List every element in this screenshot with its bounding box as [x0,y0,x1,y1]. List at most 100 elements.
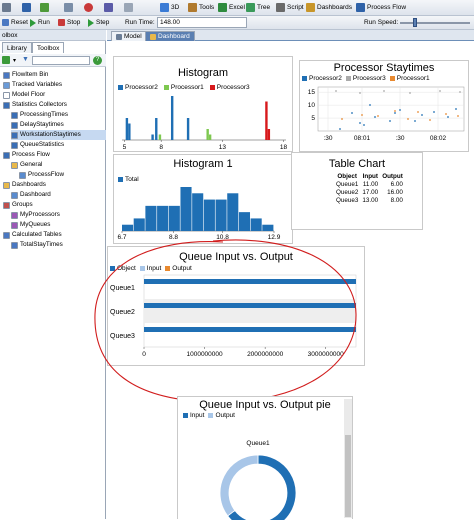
queue-io-widget[interactable]: Queue Input vs. Output Object Input Outp… [107,246,365,366]
dashboards-button[interactable]: Dashboards [306,2,352,13]
x-tick-label: 2000000000 [247,351,284,358]
tree-item[interactable]: TotalStayTimes [11,240,106,250]
pie-scrollbar-thumb[interactable] [345,435,351,517]
reset-button[interactable]: Reset [2,17,28,28]
run-speed-slider-thumb[interactable] [413,18,417,27]
histogram-bar [151,134,154,140]
scatter-point [341,118,343,120]
connect-icon[interactable] [40,2,49,13]
tree-item[interactable]: QueueStatistics [11,140,106,150]
scatter-point [394,112,396,114]
tree-item[interactable]: Tracked Variables [3,80,106,90]
tree-item-label: Dashboard [20,191,51,198]
tree-node-icon [11,141,18,149]
table-chart-widget[interactable]: Table Chart Object Input Output Queue1 1… [291,152,423,230]
tree-item[interactable]: Model Floor [3,90,106,100]
legend-label: Input [190,412,205,419]
tools-button[interactable]: Tools [188,2,214,13]
column-header: Object [337,173,358,180]
help-icon[interactable]: ? [93,56,102,65]
tree-item-label: DelayStaytimes [20,121,64,128]
scatter-point [389,120,391,122]
process-flow-button[interactable]: Process Flow [356,2,406,13]
script-button[interactable]: Script [276,2,304,13]
tools-label: Tools [199,4,215,11]
tree-item[interactable]: Process Flow [3,150,106,160]
script-label: Script [287,4,304,11]
histogram-bar [125,118,129,140]
legend-label: Processor2 [309,75,342,82]
select-icon[interactable] [64,2,73,13]
pie-slice [219,454,259,517]
x-tick-label: 1000000000 [186,351,223,358]
histogram-bar [208,134,212,140]
excel-button[interactable]: Excel [218,2,245,13]
tab-toolbox[interactable]: Toolbox [32,42,65,53]
step-label: Step [96,19,110,26]
run-speed-slider[interactable] [400,22,470,24]
histogram-bar [262,224,274,231]
queue-pie-title: Queue Input vs. Output pie [199,399,331,411]
shape-icon[interactable] [104,2,113,13]
tree-node-icon [11,161,18,169]
histogram-bar [122,224,134,231]
snap-icon[interactable] [124,2,133,13]
tab-model[interactable]: Model [111,31,147,41]
tab-library[interactable]: Library [2,42,32,53]
tree-button[interactable]: Tree [246,2,270,13]
legend-label: Processor3 [352,75,386,82]
tree-item[interactable]: Statistics Collectors [3,100,106,110]
pie-scrollbar[interactable] [344,399,352,518]
table-row: Queue1 11.00 6.00 [334,181,405,189]
queue-pie-widget[interactable]: Queue Input vs. Output pie Input Output … [177,396,353,520]
tree-item[interactable]: ProcessingTimes [11,110,106,120]
pointer-icon[interactable] [22,2,31,13]
histogram1-widget[interactable]: Histogram 1 Total 6.7 8.8 10.8 12.9 [113,154,293,244]
scatter-point [363,124,365,126]
add-icon[interactable] [2,56,10,64]
histogram1-plot: 6.7 8.8 10.8 12.9 [117,187,281,241]
tree-item[interactable]: General [11,160,106,170]
tree-node-icon [19,171,26,179]
tree-item-label: Calculated Tables [12,231,62,238]
filter-icon[interactable]: ▼ [22,56,29,63]
tree-item[interactable]: Groups [3,200,106,210]
staytimes-widget[interactable]: Processor Staytimes Processor2 Processor… [299,60,469,152]
histogram-widget[interactable]: Histogram Processor2 Processor1 Processo… [113,56,293,152]
dropdown-chevron-icon[interactable]: ▾ [13,57,16,64]
staytimes-title: Processor Staytimes [333,62,435,74]
toolbox-search-input[interactable] [32,56,90,65]
3d-view-button[interactable]: 3D [160,2,179,13]
histogram-bar [186,118,190,140]
tree-item[interactable]: Calculated Tables [3,230,106,240]
queue-io-title: Queue Input vs. Output [179,251,293,263]
edit-cursor-icon[interactable] [2,2,11,13]
tree-item[interactable]: DelayStaytimes [11,120,106,130]
scatter-point [429,119,431,121]
table-cell: 16.00 [387,189,403,196]
tree-item[interactable]: MyProcessors [11,210,106,220]
legend-item: Processor1 [163,84,204,91]
x-tick-label: 5 [123,144,127,151]
legend-item: Processor3 [345,75,386,82]
table-chart-table: Object Input Output Queue1 11.00 6.00 Qu… [334,173,405,205]
tree-item[interactable]: Dashboard [11,190,106,200]
y-tick-label: 10 [308,102,316,109]
stop-sign-icon[interactable] [84,2,93,13]
tree-item[interactable]: FlowItem Bin [3,70,106,80]
scatter-point [447,116,449,118]
table-cell: Queue1 [336,181,359,188]
tree-item[interactable]: MyQueues [11,220,106,230]
x-tick-label: 12.9 [268,234,281,241]
tree-item-label: WorkstationStaytimes [20,131,81,138]
tree-node-icon [11,241,18,249]
tree-item[interactable]: Dashboards [3,180,106,190]
table-chart-title: Table Chart [328,158,386,170]
tab-dashboard[interactable]: Dashboard [145,31,195,41]
tree-item[interactable]: WorkstationStaytimes [11,130,106,140]
step-button[interactable]: Step [88,17,109,28]
tree-item[interactable]: ProcessFlow [19,170,106,180]
run-button[interactable]: Run [30,17,50,28]
stop-button[interactable]: Stop [58,17,80,28]
run-time-field[interactable]: 148.00 [157,17,247,28]
